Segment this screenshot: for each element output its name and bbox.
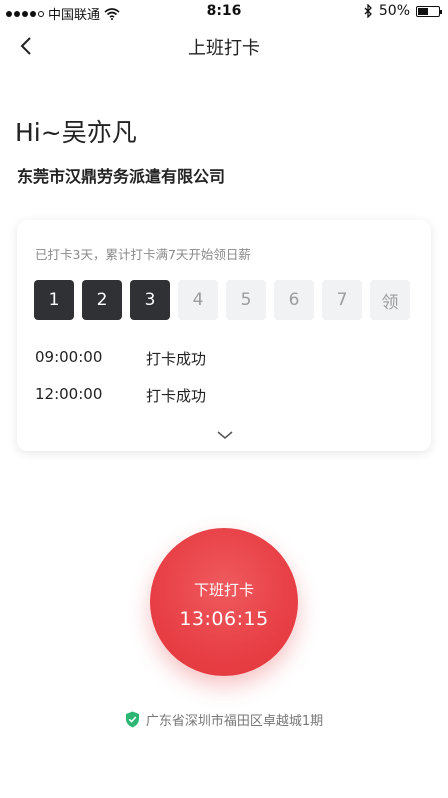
attendance-card: 已打卡3天，累计打卡满7天开始领日薪 1 2 3 4 5 6 7 领 09:00… bbox=[17, 220, 431, 451]
attendance-tip: 已打卡3天，累计打卡满7天开始领日薪 bbox=[35, 247, 251, 262]
day-cell: 2 bbox=[82, 280, 122, 320]
clock-record: 09:00:00 打卡成功 bbox=[35, 348, 206, 369]
day-cell: 4 bbox=[178, 280, 218, 320]
day-progress: 1 2 3 4 5 6 7 领 bbox=[34, 280, 410, 320]
greeting-text: Hi~吴亦凡 bbox=[15, 118, 137, 147]
expand-records-button[interactable] bbox=[216, 426, 234, 439]
battery-icon bbox=[416, 5, 442, 17]
clock-out-label: 下班打卡 bbox=[193, 580, 254, 599]
record-status: 打卡成功 bbox=[146, 387, 207, 405]
claim-salary-button[interactable]: 领 bbox=[370, 280, 410, 320]
chevron-down-icon bbox=[217, 431, 233, 439]
company-name: 东莞市汉鼎劳务派遣有限公司 bbox=[17, 167, 226, 186]
day-cell: 7 bbox=[322, 280, 362, 320]
record-time: 12:00:00 bbox=[35, 385, 103, 403]
page-title: 上班打卡 bbox=[188, 38, 260, 59]
battery-level bbox=[418, 7, 428, 15]
nav-bar: 上班打卡 bbox=[0, 24, 448, 68]
location-check-icon bbox=[125, 711, 139, 728]
day-cell: 3 bbox=[130, 280, 170, 320]
status-right: 50% bbox=[364, 3, 442, 19]
day-cell: 6 bbox=[274, 280, 314, 320]
clock-current-time: 13:06:15 bbox=[179, 607, 269, 630]
location-info: 广东省深圳市福田区卓越城1期 bbox=[0, 710, 448, 729]
clock-out-button[interactable]: 下班打卡 13:06:15 bbox=[150, 528, 298, 676]
clock-record: 12:00:00 打卡成功 bbox=[35, 385, 206, 406]
record-time: 09:00:00 bbox=[35, 348, 103, 366]
bluetooth-icon bbox=[364, 4, 372, 18]
battery-percent: 50% bbox=[378, 3, 410, 19]
record-status: 打卡成功 bbox=[146, 350, 207, 368]
day-cell: 5 bbox=[226, 280, 266, 320]
status-bar: 中国联通 8:16 50% bbox=[0, 0, 448, 24]
location-text: 广东省深圳市福田区卓越城1期 bbox=[145, 714, 324, 729]
day-cell: 1 bbox=[34, 280, 74, 320]
